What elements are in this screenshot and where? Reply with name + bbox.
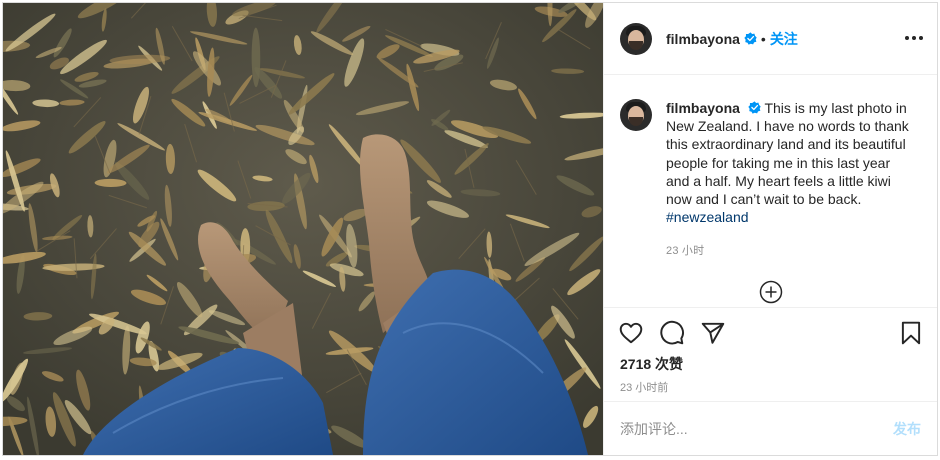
paper-plane-icon[interactable]	[700, 320, 726, 346]
feet-on-leaves-photo	[3, 3, 603, 455]
comment-input[interactable]	[620, 420, 893, 437]
more-options-icon[interactable]	[905, 29, 923, 47]
heart-icon[interactable]	[618, 320, 644, 346]
comment-box: 发布	[604, 401, 937, 455]
caption-hashtag[interactable]: #newzealand	[666, 209, 749, 225]
likes-count[interactable]: 2718 次赞	[620, 354, 683, 374]
caption-avatar[interactable]	[620, 99, 652, 131]
author-avatar[interactable]	[620, 22, 652, 55]
author-username[interactable]: filmbayona	[666, 31, 740, 47]
instagram-post: filmbayona • 关注 filmbayona This is my la…	[2, 2, 938, 456]
caption-body: filmbayona This is my last photo in New …	[666, 99, 916, 261]
bookmark-icon[interactable]	[898, 320, 924, 346]
verified-badge-icon	[748, 101, 761, 114]
caption-username[interactable]: filmbayona	[666, 100, 740, 116]
comment-icon[interactable]	[659, 320, 685, 346]
post-sidebar: filmbayona • 关注 filmbayona This is my la…	[603, 3, 937, 455]
post-header: filmbayona • 关注	[604, 3, 937, 75]
follow-button[interactable]: 关注	[770, 29, 798, 49]
post-comment-button[interactable]: 发布	[893, 419, 921, 439]
post-photo[interactable]	[3, 3, 603, 455]
separator-dot: •	[760, 30, 766, 47]
plus-circle-icon[interactable]	[759, 280, 783, 304]
verified-badge-icon	[744, 32, 757, 45]
caption-timestamp[interactable]: 23 小时	[666, 242, 916, 260]
post-caption: filmbayona This is my last photo in New …	[620, 99, 920, 261]
caption-text: This is my last photo in New Zealand. I …	[666, 100, 909, 208]
post-timestamp[interactable]: 23 小时前	[620, 379, 668, 395]
